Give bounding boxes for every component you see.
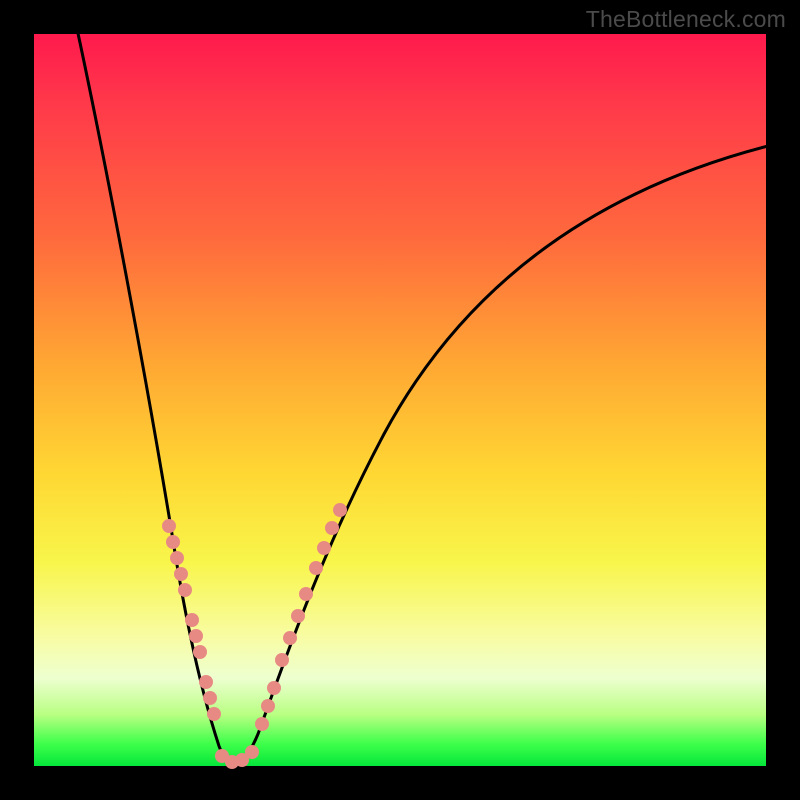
marker-cluster-left-lower xyxy=(199,675,221,721)
marker-cluster-left-mid xyxy=(185,613,207,659)
chart-svg xyxy=(34,34,766,766)
plot-area xyxy=(34,34,766,766)
marker-cluster-left-upper xyxy=(162,519,192,597)
chart-frame: TheBottleneck.com xyxy=(0,0,800,800)
marker-cluster-bottom xyxy=(215,745,259,769)
marker-cluster-right-upper xyxy=(309,503,347,575)
marker-cluster-right-mid xyxy=(275,587,313,667)
bottleneck-curve xyxy=(76,24,776,764)
marker-cluster-right-lower xyxy=(255,681,281,731)
watermark-text: TheBottleneck.com xyxy=(586,6,786,33)
